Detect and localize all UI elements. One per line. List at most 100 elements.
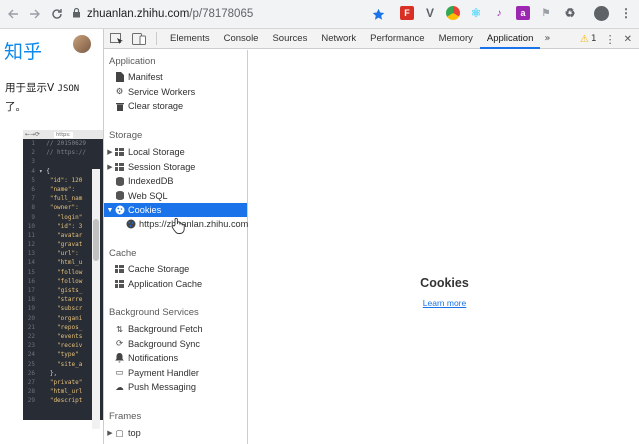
sidebar-item-session-storage[interactable]: ▶ Session Storage <box>104 160 247 174</box>
document-icon <box>114 72 125 82</box>
code-line-number: 4 <box>31 167 35 175</box>
inspect-icon[interactable] <box>110 32 124 45</box>
ext-flag-icon[interactable]: ⚑ <box>539 6 553 20</box>
sidebar-item-cookies[interactable]: ▼ Cookies <box>104 203 247 217</box>
ext-chrome-icon[interactable] <box>446 6 460 20</box>
code-line-text: "organi <box>39 314 83 322</box>
screenshot-browser-bar: ←→⟳ https: <box>23 130 103 139</box>
url-path: /p/78178065 <box>189 8 254 20</box>
devtools-right-controls: ⚠ 1 ⋮ ✕ <box>580 29 632 49</box>
ext-purple-icon[interactable]: a <box>516 6 530 20</box>
tab-sources[interactable]: Sources <box>265 29 314 49</box>
sidebar-item-application-cache[interactable]: Application Cache <box>104 277 247 291</box>
code-line: 23 "receiv <box>23 341 103 350</box>
code-line: 15 "follow <box>23 268 103 277</box>
sidebar-item-indexeddb[interactable]: IndexedDB <box>104 174 247 188</box>
code-line-number: 20 <box>27 314 35 322</box>
forward-button[interactable] <box>26 5 44 23</box>
code-line-number: 21 <box>27 323 35 331</box>
code-line-text: "gravat <box>39 241 83 249</box>
code-line-text: "html_url <box>39 388 83 396</box>
tab-network[interactable]: Network <box>314 29 363 49</box>
code-line-text: "events <box>39 332 83 340</box>
code-line-number: 5 <box>31 176 35 184</box>
sidebar-item-service-workers[interactable]: ⚙ Service Workers <box>104 85 247 99</box>
more-vert-icon[interactable]: ⋮ <box>619 6 633 20</box>
sidebar-item-frame-top[interactable]: ▶ ▢ top <box>104 426 247 440</box>
expand-right-icon[interactable]: ▶ <box>106 148 114 156</box>
learn-more-link[interactable]: Learn more <box>249 298 639 308</box>
sidebar-item-background-fetch[interactable]: ⇅ Background Fetch <box>104 322 247 336</box>
ext-recycle-icon[interactable]: ♻ <box>563 6 577 20</box>
account-icon[interactable] <box>594 6 609 21</box>
close-icon[interactable]: ✕ <box>624 34 632 45</box>
sidebar-item-push-messaging[interactable]: ☁ Push Messaging <box>104 380 247 394</box>
sidebar-item-web-sql[interactable]: Web SQL <box>104 189 247 203</box>
code-line-text: "owner": <box>39 204 79 212</box>
code-line-number: 23 <box>27 342 35 350</box>
code-line: 12 "gravat <box>23 240 103 249</box>
tab-memory[interactable]: Memory <box>432 29 480 49</box>
expand-right-icon[interactable]: ▶ <box>106 163 114 171</box>
section-title-storage: Storage <box>109 130 143 141</box>
devtools-panel: Elements Console Sources Network Performance… <box>103 29 639 444</box>
code-line: 29 "descript <box>23 396 103 405</box>
sidebar-item-label: Web SQL <box>128 190 168 201</box>
tab-application[interactable]: Application <box>479 29 541 49</box>
section-title-frames: Frames <box>109 411 142 422</box>
article-text-line1: 用于显示V JSON <box>5 79 101 98</box>
tab-performance[interactable]: Performance <box>363 29 431 49</box>
database-icon <box>114 176 125 186</box>
address-bar[interactable]: zhuanlan.zhihu.com/p/78178065 <box>72 4 253 24</box>
code-line-number: 14 <box>27 259 35 267</box>
code-line: 14 "html_u <box>23 258 103 267</box>
sidebar-item-label: Background Fetch <box>128 324 203 334</box>
sidebar-item-manifest[interactable]: Manifest <box>104 70 247 84</box>
devtools-tabbar: Elements Console Sources Network Performance… <box>104 29 639 49</box>
ext-react-icon[interactable]: ⚛ <box>469 6 483 20</box>
code-line-text: }, <box>39 369 58 377</box>
code-line: 22 "events <box>23 332 103 341</box>
ext-v-icon[interactable]: V <box>423 6 437 20</box>
sidebar-item-local-storage[interactable]: ▶ Local Storage <box>104 145 247 159</box>
zhihu-logo[interactable]: 知乎 <box>4 37 42 64</box>
code-line-text: "name": <box>39 185 79 193</box>
star-icon[interactable] <box>371 7 385 21</box>
sidebar-item-payment-handler[interactable]: ▭ Payment Handler <box>104 366 247 380</box>
warning-icon[interactable]: ⚠ <box>580 34 589 45</box>
sidebar-item-notifications[interactable]: Notifications <box>104 351 247 365</box>
ext-red-icon[interactable]: F <box>400 6 414 20</box>
page-scrollbar-thumb[interactable] <box>93 219 99 261</box>
expand-right-icon[interactable]: ▶ <box>106 429 114 437</box>
article-text: 用于显示V JSON 了。 <box>5 79 101 116</box>
code-line-text: "follow <box>39 268 83 276</box>
sidebar-item-cache-storage[interactable]: Cache Storage <box>104 262 247 276</box>
sidebar-item-clear-storage[interactable]: Clear storage <box>104 99 247 113</box>
sidebar-item-label: Service Workers <box>128 86 196 97</box>
more-tabs-button[interactable]: » <box>540 33 554 44</box>
code-line: 4 ▾ { <box>23 167 103 176</box>
url-host: zhuanlan.zhihu.com <box>87 8 190 20</box>
device-toolbar-icon[interactable] <box>132 32 146 45</box>
reload-button[interactable] <box>48 5 66 23</box>
code-line-text: "site_a <box>39 360 83 368</box>
code-line-number: 17 <box>27 287 35 294</box>
code-line: 27 "private" <box>23 378 103 387</box>
devtools-menu-icon[interactable]: ⋮ <box>605 33 616 46</box>
tab-elements[interactable]: Elements <box>163 29 217 49</box>
ext-music-icon[interactable]: ♪ <box>492 6 506 20</box>
page-scrollbar[interactable] <box>92 169 100 429</box>
sync-icon: ⟳ <box>115 338 124 348</box>
avatar[interactable] <box>73 35 91 53</box>
back-button[interactable] <box>4 5 22 23</box>
arrow-left-icon <box>8 9 18 19</box>
grid-icon <box>114 162 125 172</box>
expand-down-icon[interactable]: ▼ <box>106 207 114 214</box>
sidebar-item-label: Clear storage <box>128 101 184 111</box>
code-line-number: 6 <box>31 185 35 193</box>
tab-console[interactable]: Console <box>217 29 266 49</box>
cookie-icon <box>114 205 125 215</box>
sidebar-item-background-sync[interactable]: ⟳ Background Sync <box>104 337 247 351</box>
code-line: 21 "repos_ <box>23 323 103 332</box>
code-line: 28 "html_url <box>23 387 103 396</box>
